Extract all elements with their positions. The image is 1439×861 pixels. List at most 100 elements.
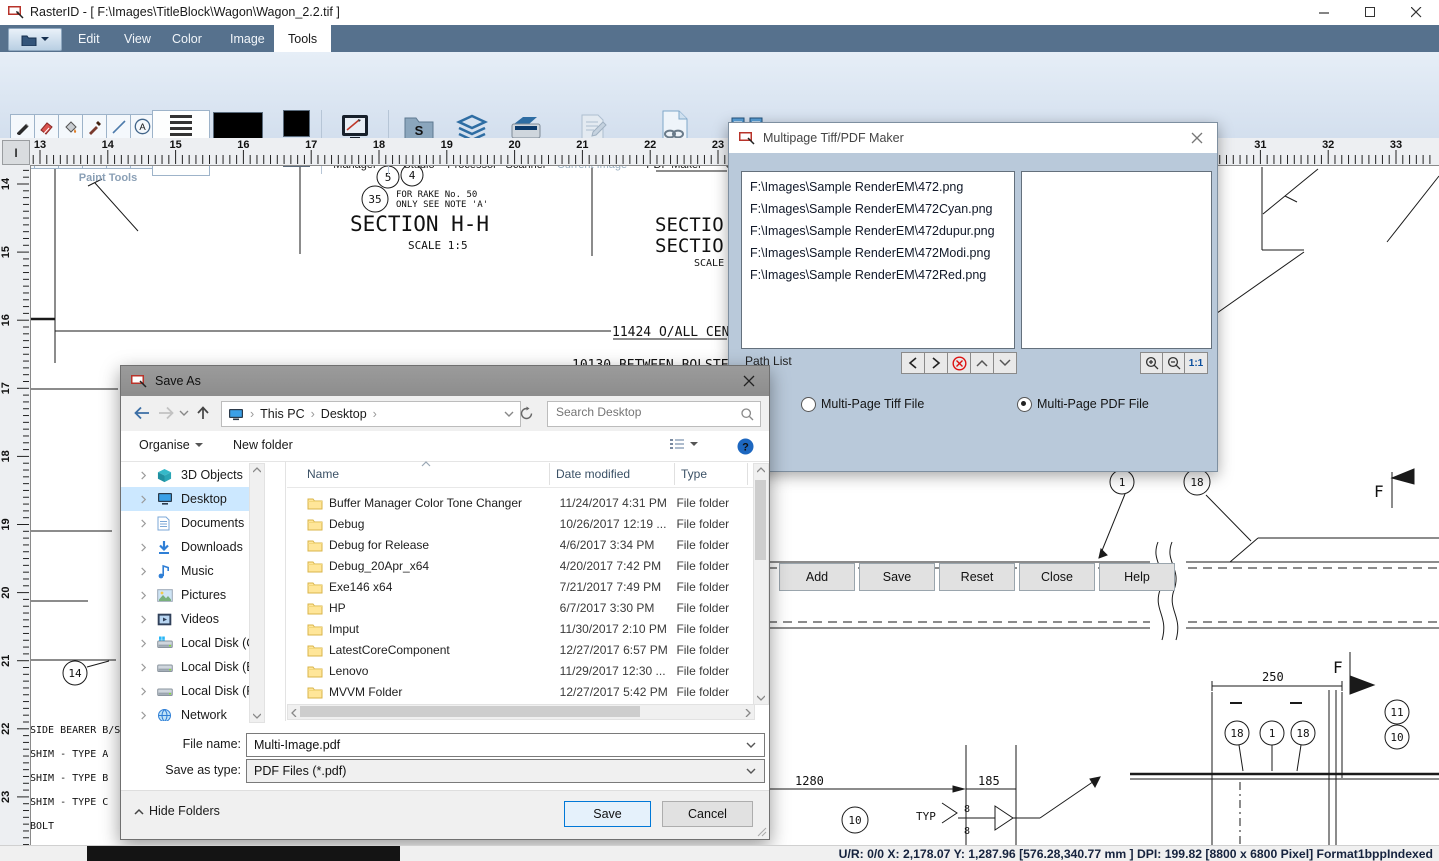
file-list-scrollbar[interactable] [753,463,769,705]
sidebar-item-local-disk-c-[interactable]: Local Disk (C:) [121,631,263,655]
refresh-icon[interactable] [519,406,534,421]
close-button[interactable] [1393,0,1439,25]
resize-grip[interactable] [757,827,767,837]
preview-list-box[interactable] [1021,171,1212,349]
close-icon[interactable] [1191,132,1203,144]
chevron-down-icon[interactable] [746,768,756,775]
path-list-item[interactable]: F:\Images\Sample RenderEM\472Cyan.png [742,198,1014,220]
horizontal-scrollbar[interactable] [287,704,755,720]
chevron-right-icon[interactable] [139,663,149,672]
sidebar-item-desktop[interactable]: Desktop [121,487,263,511]
eraser-tool-button[interactable] [34,114,59,139]
back-icon[interactable] [133,405,151,421]
move-left-button[interactable] [901,352,925,374]
tab-edit[interactable]: Edit [64,25,114,52]
sidebar-item-3d-objects[interactable]: 3D Objects [121,463,263,487]
table-row[interactable]: Debug 10/26/2017 12:19 ... File folder [287,513,753,534]
remove-item-button[interactable] [947,352,971,374]
column-date-modified[interactable]: Date modified [556,467,630,481]
chevron-right-icon[interactable] [139,711,149,720]
forward-icon[interactable] [157,405,175,421]
eyedropper-tool-button[interactable] [82,114,107,139]
move-up-button[interactable] [970,352,994,374]
chevron-right-icon[interactable] [139,687,149,696]
save-as-type-select[interactable]: PDF Files (*.pdf) [246,759,765,783]
chevron-right-icon[interactable] [139,471,149,480]
path-list-item[interactable]: F:\Images\Sample RenderEM\472.png [742,176,1014,198]
sidebar-item-local-disk-e-[interactable]: Local Disk (E:) [121,655,263,679]
column-name[interactable]: Name [307,467,339,481]
path-list-item[interactable]: F:\Images\Sample RenderEM\472Modi.png [742,242,1014,264]
multipage-tiff-radio[interactable] [801,397,816,412]
breadcrumb-this-pc[interactable]: This PC [260,407,304,421]
table-row[interactable]: Exe146 x64 7/21/2017 7:49 PM File folder [287,576,753,597]
up-icon[interactable] [195,405,211,421]
save-button[interactable]: Save [859,563,935,591]
table-row[interactable]: Imput 11/30/2017 2:10 PM File folder [287,618,753,639]
sidebar-item-local-disk-f-[interactable]: Local Disk (F:) [121,679,263,703]
organise-menu[interactable]: Organise [139,438,203,452]
chevron-right-icon[interactable] [139,519,149,528]
view-mode-button[interactable] [669,438,698,451]
chevron-right-icon[interactable] [139,543,149,552]
recent-locations-icon[interactable] [179,410,189,417]
sidebar-item-network[interactable]: Network [121,703,263,721]
close-icon[interactable] [743,375,755,387]
table-row[interactable]: HP 6/7/2017 3:30 PM File folder [287,597,753,618]
chevron-right-icon[interactable] [139,615,149,624]
tab-image[interactable]: Image [216,25,279,52]
save-button[interactable]: Save [564,801,651,827]
sidebar-item-videos[interactable]: Videos [121,607,263,631]
breadcrumb-dropdown-icon[interactable] [504,411,514,418]
search-box[interactable] [547,401,761,427]
help-button[interactable]: ? [737,438,754,455]
sidebar-item-documents[interactable]: Documents [121,511,263,535]
search-input[interactable] [554,404,733,420]
multipage-tiff-radio-label[interactable]: Multi-Page Tiff File [821,397,924,411]
tab-color[interactable]: Color [158,25,216,52]
minimize-button[interactable] [1301,0,1347,25]
zoom-1to1-button[interactable]: 1:1 [1184,352,1208,374]
move-right-button[interactable] [924,352,948,374]
sidebar-item-downloads[interactable]: Downloads [121,535,263,559]
save-as-titlebar[interactable]: Save As [121,366,769,396]
reset-button[interactable]: Reset [939,563,1015,591]
table-row[interactable]: Debug_20Apr_x64 4/20/2017 7:42 PM File f… [287,555,753,576]
chevron-right-icon[interactable] [139,639,149,648]
table-row[interactable]: Debug for Release 4/6/2017 3:34 PM File … [287,534,753,555]
path-list-item[interactable]: F:\Images\Sample RenderEM\472Red.png [742,264,1014,286]
multipage-pdf-radio-label[interactable]: Multi-Page PDF File [1037,397,1149,411]
add-button[interactable]: Add [779,563,855,591]
close-dialog-button[interactable]: Close [1019,563,1095,591]
zoom-out-button[interactable] [1162,352,1186,374]
chevron-right-icon[interactable] [139,591,149,600]
chevron-right-icon[interactable] [139,567,149,576]
multipage-dialog-titlebar[interactable]: Multipage Tiff/PDF Maker [729,123,1217,153]
pencil-tool-button[interactable] [10,114,35,139]
zoom-in-button[interactable] [1140,352,1164,374]
hide-folders-button[interactable]: Hide Folders [134,804,220,818]
table-row[interactable]: MVVM Folder 12/27/2017 5:42 PM File fold… [287,681,753,702]
table-row[interactable]: Buffer Manager Color Tone Changer 11/24/… [287,492,753,513]
new-folder-button[interactable]: New folder [233,438,293,452]
path-list-box[interactable]: F:\Images\Sample RenderEM\472.pngF:\Imag… [741,171,1015,349]
file-name-input[interactable]: Multi-Image.pdf [246,733,765,757]
column-type[interactable]: Type [681,467,707,481]
breadcrumb[interactable]: › This PC › Desktop › [221,401,521,427]
fill-bucket-tool-button[interactable] [58,114,83,139]
line-tool-button[interactable] [106,114,131,139]
table-row[interactable]: Lenovo 11/29/2017 12:30 ... File folder [287,660,753,681]
path-list-item[interactable]: F:\Images\Sample RenderEM\472dupur.png [742,220,1014,242]
breadcrumb-desktop[interactable]: Desktop [321,407,367,421]
cancel-button[interactable]: Cancel [662,801,753,827]
foreground-color-swatch[interactable] [283,110,310,137]
move-down-button[interactable] [993,352,1017,374]
sidebar-item-music[interactable]: Music [121,559,263,583]
table-row[interactable]: LatestCoreComponent 12/27/2017 6:57 PM F… [287,639,753,660]
file-menu-button[interactable] [8,28,62,51]
chevron-right-icon[interactable] [139,495,149,504]
multipage-pdf-radio[interactable] [1017,397,1032,412]
sidebar-item-pictures[interactable]: Pictures [121,583,263,607]
tab-view[interactable]: View [110,25,165,52]
ruler-origin-button[interactable]: I [2,140,30,165]
